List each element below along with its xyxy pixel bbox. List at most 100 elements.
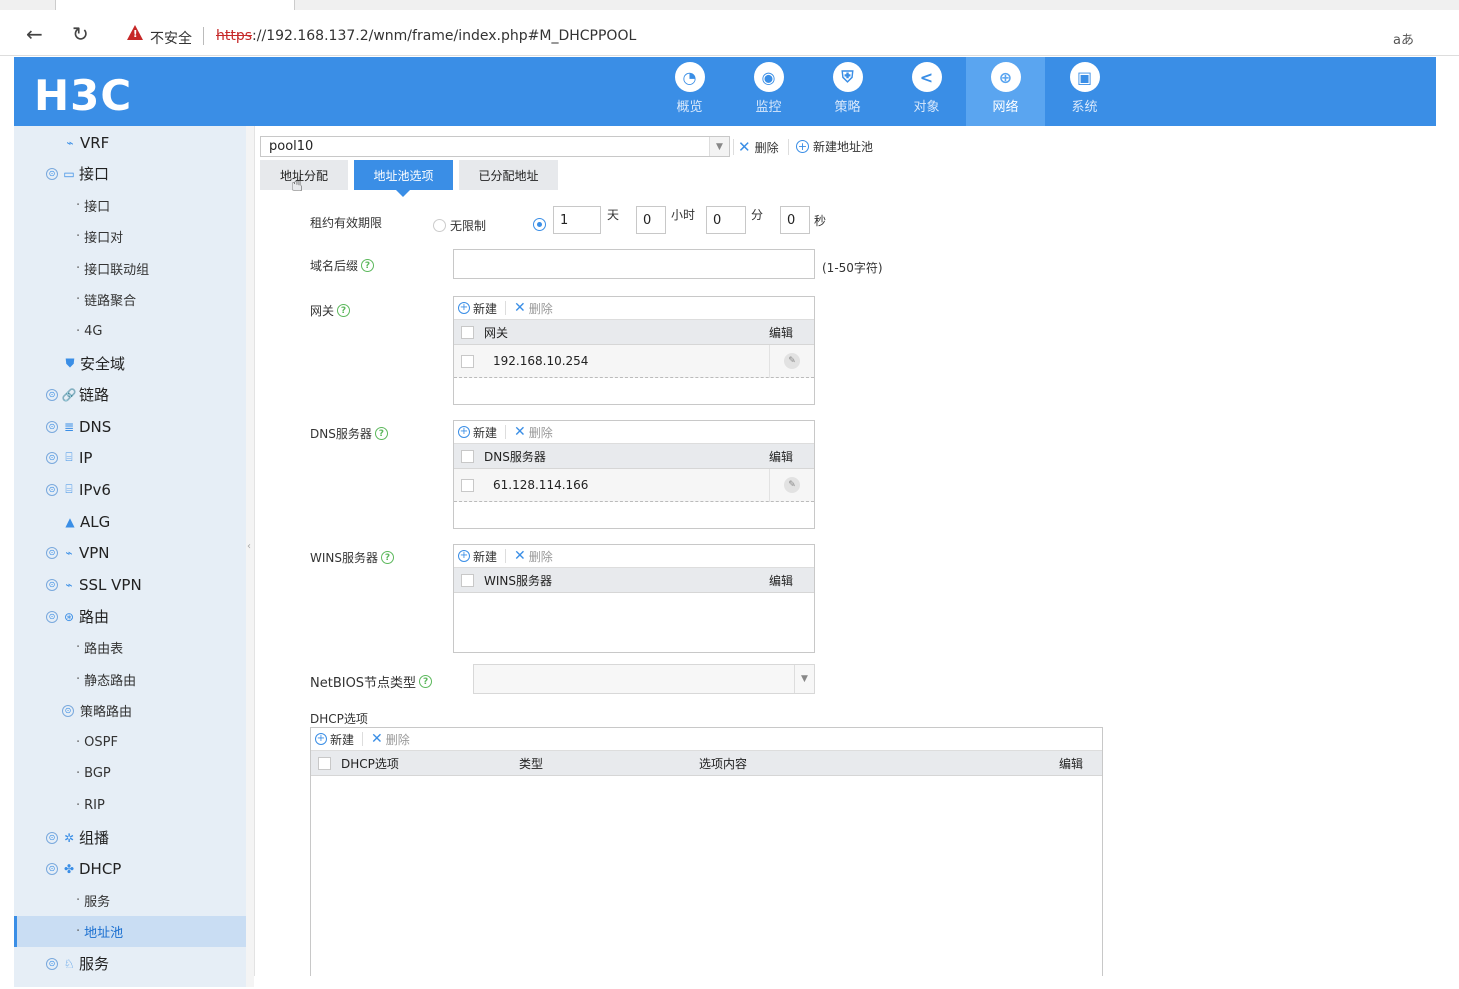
- delete-pool-button[interactable]: ✕ 删除: [738, 138, 779, 156]
- sidebar-item-label: 地址池: [84, 926, 124, 941]
- sidebar-item-ipv6[interactable]: ⊙ ⌸ IPv6: [14, 474, 246, 505]
- delete-dns-button[interactable]: ✕ 删除: [514, 424, 553, 441]
- nav-monitor[interactable]: ◉ 监控: [729, 57, 808, 126]
- select-all-checkbox[interactable]: [461, 449, 474, 463]
- sidebar-item-ospf[interactable]: · OSPF: [14, 727, 246, 758]
- chevron-down-icon[interactable]: ▼: [794, 665, 814, 693]
- sidebar-item-dns[interactable]: ⊙ ≣ DNS: [14, 411, 246, 442]
- days-input[interactable]: 1: [553, 206, 601, 234]
- help-icon[interactable]: ?: [337, 304, 351, 317]
- wins-label-text: WINS服务器: [310, 551, 378, 565]
- sidebar-item-interface-pair[interactable]: · 接口对: [14, 221, 246, 252]
- expand-icon[interactable]: ⊙: [46, 420, 58, 433]
- translate-icon[interactable]: aあ: [1393, 29, 1414, 48]
- domain-suffix-input[interactable]: [453, 249, 815, 279]
- sidebar-item-interface[interactable]: · 接口: [14, 190, 246, 221]
- row-checkbox[interactable]: [461, 478, 474, 492]
- expand-icon[interactable]: ⊙: [46, 167, 58, 180]
- nav-policy[interactable]: ⛨ 策略: [808, 57, 887, 126]
- expand-icon[interactable]: ⊙: [46, 578, 58, 591]
- sidebar-item-interface-link-group[interactable]: · 接口联动组: [14, 253, 246, 284]
- sidebar-item-vpn[interactable]: ⊙ ⌁ VPN: [14, 537, 246, 568]
- nav-object[interactable]: < 对象: [887, 57, 966, 126]
- sidebar-item-link[interactable]: ⊙ 🔗 链路: [14, 379, 246, 410]
- dns-grid: + 新建 ✕ 删除 DNS服务器 编辑 61.128.114.166 ✎: [453, 420, 815, 529]
- sidebar-item-bgp[interactable]: · BGP: [14, 758, 246, 789]
- sidebar-item-multicast[interactable]: ⊙ ✲ 组播: [14, 822, 246, 853]
- expand-icon[interactable]: ⊙: [46, 546, 58, 559]
- url-field[interactable]: https://192.168.137.2/wnm/frame/index.ph…: [216, 28, 636, 44]
- reload-icon[interactable]: ↻: [72, 22, 89, 46]
- minutes-input[interactable]: 0: [706, 206, 746, 234]
- sidebar-item-dhcp-service[interactable]: · 服务: [14, 885, 246, 916]
- browser-tab[interactable]: [55, 0, 295, 10]
- tab-address-allocation[interactable]: 地址分配: [260, 160, 348, 190]
- new-gateway-button[interactable]: + 新建: [458, 300, 497, 317]
- pool-select-value: pool10: [269, 139, 314, 154]
- nav-overview[interactable]: ◔ 概览: [650, 57, 729, 126]
- sidebar-splitter[interactable]: ‹: [246, 126, 254, 987]
- delete-wins-button[interactable]: ✕ 删除: [514, 548, 553, 565]
- expand-icon[interactable]: ⊙: [46, 957, 58, 970]
- nav-network[interactable]: ⊕ 网络: [966, 57, 1045, 126]
- select-all-checkbox[interactable]: [318, 756, 331, 770]
- sidebar-item-ip[interactable]: ⊙ ⌸ IP: [14, 442, 246, 473]
- sidebar-item-services[interactable]: ⊙ ♘ 服务: [14, 948, 246, 979]
- chevron-down-icon[interactable]: ▼: [709, 137, 729, 156]
- unlimited-radio[interactable]: [433, 219, 446, 232]
- expand-icon[interactable]: ⊙: [46, 451, 58, 464]
- insecure-label[interactable]: 不安全: [150, 28, 192, 48]
- pool-select[interactable]: pool10 ▼: [260, 136, 730, 157]
- sidebar-item-ssl-vpn[interactable]: ⊙ ⌁ SSL VPN: [14, 569, 246, 600]
- hours-input[interactable]: 0: [636, 206, 666, 234]
- expand-icon[interactable]: ⊙: [46, 483, 58, 496]
- tab-assigned-addresses[interactable]: 已分配地址: [459, 160, 558, 190]
- table-row[interactable]: 192.168.10.254 ✎: [454, 344, 814, 378]
- sidebar-item-route-table[interactable]: · 路由表: [14, 632, 246, 663]
- edit-pencil-icon[interactable]: ✎: [784, 477, 800, 493]
- table-row[interactable]: 61.128.114.166 ✎: [454, 468, 814, 502]
- sidebar-item-4g[interactable]: · 4G: [14, 316, 246, 347]
- netbios-node-type-select[interactable]: ▼: [473, 664, 815, 694]
- delete-option-button[interactable]: ✕ 删除: [371, 731, 410, 748]
- seconds-input[interactable]: 0: [780, 206, 810, 234]
- collapse-arrow-icon[interactable]: ‹: [247, 541, 251, 552]
- help-icon[interactable]: ?: [419, 675, 433, 688]
- new-dns-button[interactable]: + 新建: [458, 424, 497, 441]
- sidebar-item-vrf[interactable]: ⌁ VRF: [14, 127, 246, 158]
- expand-icon[interactable]: ⊙: [46, 388, 58, 401]
- duration-radio[interactable]: [533, 218, 546, 231]
- unlimited-radio-option[interactable]: 无限制: [433, 217, 486, 234]
- sidebar-item-address-pool[interactable]: · 地址池: [14, 916, 246, 947]
- select-all-checkbox[interactable]: [461, 573, 474, 587]
- expand-icon[interactable]: ⊙: [46, 862, 58, 875]
- nav-system[interactable]: ▣ 系统: [1045, 57, 1124, 126]
- help-icon[interactable]: ?: [374, 427, 388, 440]
- dhcp-icon: ✤: [63, 861, 75, 876]
- new-option-button[interactable]: + 新建: [315, 731, 354, 748]
- sidebar-item-policy-route[interactable]: ⊙ 策略路由: [14, 695, 246, 726]
- tab-pool-options[interactable]: 地址池选项: [354, 160, 453, 197]
- expand-icon[interactable]: ⊙: [46, 610, 58, 623]
- sidebar-item-security-zone[interactable]: ⛊ 安全域: [14, 348, 246, 379]
- globe-network-icon: ⊕: [990, 62, 1021, 92]
- nav-label: 对象: [913, 100, 940, 115]
- help-icon[interactable]: ?: [381, 551, 394, 564]
- sidebar-item-link-aggregation[interactable]: · 链路聚合: [14, 284, 246, 315]
- expand-icon[interactable]: ⊙: [46, 831, 58, 844]
- sidebar-item-routing[interactable]: ⊙ ⊛ 路由: [14, 601, 246, 632]
- sidebar-item-static-route[interactable]: · 静态路由: [14, 664, 246, 695]
- select-all-checkbox[interactable]: [461, 325, 474, 339]
- delete-gateway-button[interactable]: ✕ 删除: [514, 300, 553, 317]
- new-wins-button[interactable]: + 新建: [458, 548, 497, 565]
- row-checkbox[interactable]: [461, 354, 474, 368]
- sidebar-item-alg[interactable]: ▲ ALG: [14, 506, 246, 537]
- help-icon[interactable]: ?: [361, 259, 375, 272]
- sidebar-item-rip[interactable]: · RIP: [14, 790, 246, 821]
- back-arrow-icon[interactable]: ←: [26, 22, 43, 46]
- sidebar-item-interface-group[interactable]: ⊙ ▭ 接口: [14, 158, 246, 189]
- expand-icon[interactable]: ⊙: [62, 704, 74, 717]
- edit-pencil-icon[interactable]: ✎: [784, 353, 800, 369]
- sidebar-item-dhcp[interactable]: ⊙ ✤ DHCP: [14, 853, 246, 884]
- new-pool-button[interactable]: + 新建地址池: [796, 138, 873, 155]
